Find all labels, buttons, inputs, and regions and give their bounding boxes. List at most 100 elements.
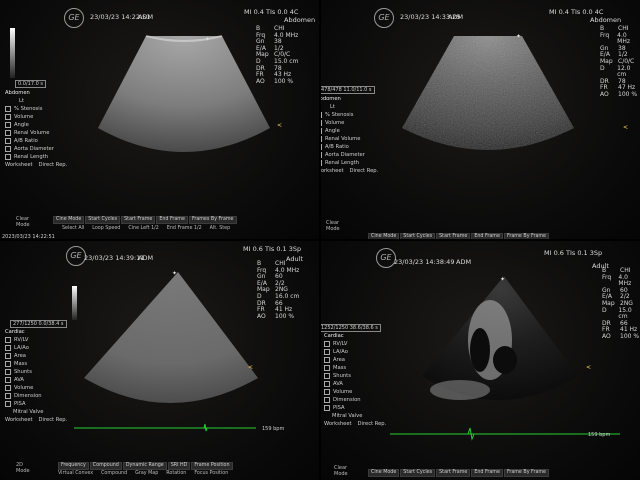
softkey[interactable]: Start Frame [436,469,471,477]
heart-rate: 159 bpm [588,432,611,438]
measure-extra[interactable]: Mitral Valve [324,412,386,420]
mode-button[interactable]: Clear Mode [326,220,340,232]
checkbox-icon[interactable] [324,365,330,371]
softkey[interactable]: Dynamic Range [122,462,167,470]
direct-report-button[interactable]: Direct Rep. [39,416,68,424]
checkbox-icon[interactable] [324,381,330,387]
checkbox-icon[interactable] [5,114,11,120]
measure-item[interactable]: PISA [324,404,386,412]
measure-item[interactable]: Volume [320,119,378,127]
measure-item[interactable]: Renal Volume [5,129,67,137]
measure-item[interactable]: Mass [5,360,67,368]
checkbox-icon[interactable] [5,138,11,144]
checkbox-icon[interactable] [5,353,11,359]
worksheet-button[interactable]: Worksheet [5,161,33,169]
measure-item[interactable]: LA/Ao [324,348,386,356]
softkey[interactable]: Compound [89,462,122,470]
measure-item[interactable]: Volume [324,388,386,396]
worksheet-button[interactable]: Worksheet [320,167,344,175]
softkey-row[interactable]: Cine Mode Start Cycles Start Frame End Fram… [368,469,550,477]
checkbox-icon[interactable] [5,345,11,351]
measure-side[interactable]: Lt [320,103,378,111]
measure-item[interactable]: Area [324,356,386,364]
softkey[interactable]: Start Cycles [85,216,121,224]
checkbox-icon[interactable] [324,397,330,403]
checkbox-icon[interactable] [5,401,11,407]
softkey[interactable]: Start Cycles [400,469,436,477]
checkbox-icon[interactable] [5,154,11,160]
worksheet-button[interactable]: Worksheet [324,420,352,428]
softkey[interactable]: Frame By Frame [503,469,550,477]
checkbox-icon[interactable] [324,349,330,355]
checkbox-icon[interactable] [5,377,11,383]
measure-item[interactable]: Dimension [5,392,67,400]
measure-item[interactable]: Mass [324,364,386,372]
measure-item[interactable]: PISA [5,400,67,408]
mode-button[interactable]: 2D Mode [16,462,30,474]
measure-item[interactable]: Volume [5,113,67,121]
measure-item[interactable]: Volume [5,384,67,392]
measure-item[interactable]: Shunts [324,372,386,380]
measure-item[interactable]: Renal Length [320,159,378,167]
softkey[interactable]: Cine Mode [368,469,400,477]
measure-item[interactable]: Aorta Diameter [5,145,67,153]
measure-item[interactable]: Dimension [324,396,386,404]
measure-item[interactable]: RV/LV [5,336,67,344]
measure-item[interactable]: A/B Ratio [5,137,67,145]
measure-menu[interactable]: AbdomenLt% Stenosis Volume Angle Renal Volu… [320,95,378,175]
measure-item[interactable]: Area [5,352,67,360]
measure-item[interactable]: Aorta Diameter [320,151,378,159]
measure-item[interactable]: A/B Ratio [320,143,378,151]
measure-item[interactable]: Angle [320,127,378,135]
softkey-row[interactable]: Cine Mode Start Cycles Start Frame End Fram… [53,216,237,224]
measure-item[interactable]: Angle [5,121,67,129]
checkbox-icon[interactable] [324,341,330,347]
measure-menu[interactable]: AbdomenLt% Stenosis Volume Angle Renal Volu… [5,89,67,169]
softkey[interactable]: End Frame [156,216,188,224]
measure-item[interactable]: Renal Length [5,153,67,161]
checkbox-icon[interactable] [5,385,11,391]
measure-item[interactable]: % Stenosis [320,111,378,119]
param-row: AO 100 % [602,333,640,341]
measure-item-label: RV/LV [333,341,348,347]
softkey[interactable]: Frames By Frame [188,216,237,224]
checkbox-icon[interactable] [324,405,330,411]
measure-item[interactable]: Renal Volume [320,135,378,143]
direct-report-button[interactable]: Direct Rep. [358,420,387,428]
measure-item[interactable]: RV/LV [324,340,386,348]
param-key: AO [600,90,609,98]
measure-menu[interactable]: Cardiac RV/LV LA/Ao Area Mass Shunts AVA Volume… [324,332,386,428]
softkey-row[interactable]: Frequency Compound Dynamic Range SRI HD Fram… [58,462,233,470]
checkbox-icon[interactable] [324,389,330,395]
checkbox-icon[interactable] [324,373,330,379]
softkey[interactable]: Start Frame [121,216,156,224]
checkbox-icon[interactable] [5,122,11,128]
measure-extra[interactable]: Mitral Valve [5,408,67,416]
mode-button[interactable]: Clear Mode [16,216,30,228]
tis-value: TIs 0.0 [266,8,288,16]
measure-item[interactable]: AVA [5,376,67,384]
checkbox-icon[interactable] [5,146,11,152]
softkey[interactable]: Cine Mode [53,216,85,224]
measure-item[interactable]: LA/Ao [5,344,67,352]
measure-item[interactable]: % Stenosis [5,105,67,113]
mode-button[interactable]: Clear Mode [334,465,348,477]
softkey[interactable]: End Frame [471,469,503,477]
direct-report-button[interactable]: Direct Rep. [39,161,68,169]
measure-menu[interactable]: Cardiac RV/LV LA/Ao Area Mass Shunts AVA Volume… [5,328,67,424]
checkbox-icon[interactable] [5,361,11,367]
softkey[interactable]: SRI HD [167,462,191,470]
checkbox-icon[interactable] [324,357,330,363]
checkbox-icon[interactable] [5,337,11,343]
measure-item[interactable]: AVA [324,380,386,388]
measure-item[interactable]: Shunts [5,368,67,376]
worksheet-button[interactable]: Worksheet [5,416,33,424]
checkbox-icon[interactable] [5,106,11,112]
softkey[interactable]: Frequency [58,462,89,470]
softkey[interactable]: Frame Position [191,462,233,470]
checkbox-icon[interactable] [5,130,11,136]
measure-side[interactable]: Lt [5,97,67,105]
direct-report-button[interactable]: Direct Rep. [350,167,379,175]
checkbox-icon[interactable] [5,369,11,375]
checkbox-icon[interactable] [5,393,11,399]
